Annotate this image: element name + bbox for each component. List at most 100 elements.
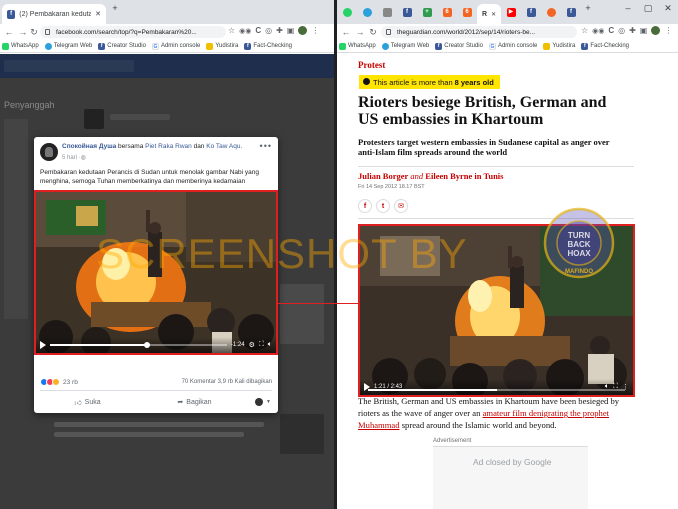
- close-window-button[interactable]: ✕: [661, 3, 675, 14]
- yudistira-icon: [206, 42, 214, 50]
- tagged-user-link[interactable]: Ko Taw Aqu.: [206, 143, 242, 150]
- section-label[interactable]: Protest: [358, 60, 385, 70]
- facebook-icon: f: [435, 42, 443, 50]
- email-share-button[interactable]: ✉: [394, 199, 408, 213]
- bookmark-admin-console[interactable]: G Admin console: [488, 42, 537, 50]
- tab-green[interactable]: +: [419, 5, 435, 19]
- extension-shield-icon[interactable]: ▣: [287, 26, 295, 35]
- tab-orange-2[interactable]: 6: [459, 5, 475, 19]
- screenshot-root: f (2) Pembakaran kedutaan Peranc ✕ + ← →…: [0, 0, 678, 509]
- profile-avatar-icon[interactable]: [298, 26, 308, 35]
- tab-generic[interactable]: [379, 5, 395, 19]
- toolbar-extension-icons: ☆ ◉◉ C ◎ ✚ ▣ ⋮: [581, 26, 672, 35]
- post-options-icon[interactable]: •••: [260, 141, 272, 151]
- menu-kebab-icon[interactable]: ⋮: [664, 26, 672, 35]
- video-progress-fill: [50, 344, 148, 346]
- bookmark-telegram[interactable]: Telegram Web: [381, 42, 429, 50]
- back-arrow-icon[interactable]: ←: [339, 27, 353, 37]
- author-link[interactable]: Julian Borger: [358, 171, 408, 181]
- guardian-progress-track[interactable]: [368, 389, 625, 391]
- menu-kebab-icon[interactable]: ⋮: [311, 26, 319, 35]
- reactions-summary[interactable]: 23 rb: [40, 378, 78, 386]
- back-arrow-icon[interactable]: ←: [2, 27, 16, 37]
- google-wordmark: Google: [524, 457, 552, 467]
- extension-c-icon[interactable]: C: [608, 26, 614, 35]
- tab-facebook[interactable]: f: [399, 5, 415, 19]
- volume-icon[interactable]: 🔈︎: [268, 341, 272, 349]
- bookmark-whatsapp[interactable]: WhatsApp: [2, 42, 39, 50]
- facebook-icon: f: [526, 7, 536, 17]
- whatsapp-icon: [339, 42, 346, 50]
- tab-guardian[interactable]: R ✕: [477, 4, 501, 24]
- extension-c-icon[interactable]: C: [255, 26, 261, 35]
- star-icon[interactable]: ☆: [581, 26, 588, 35]
- svg-text:MAFINDO: MAFINDO: [565, 269, 593, 275]
- author-avatar[interactable]: [40, 143, 58, 161]
- extension-glasses-icon[interactable]: ◉◉: [592, 27, 604, 35]
- bookmark-yudistira[interactable]: Yudistira: [206, 42, 238, 50]
- video-progress-knob[interactable]: [144, 342, 151, 348]
- author-name-link[interactable]: Спокойная Душа: [62, 143, 116, 150]
- bookmark-fact-checking[interactable]: f Fact-Checking: [581, 42, 629, 50]
- bookmark-yudistira[interactable]: Yudistira: [543, 42, 575, 50]
- extension-glasses-icon[interactable]: ◉◉: [239, 27, 251, 35]
- star-icon[interactable]: ☆: [228, 26, 235, 35]
- fullscreen-icon[interactable]: ⛶: [259, 341, 264, 349]
- share-button[interactable]: ➦ Bagikan: [141, 398, 248, 407]
- tab-orange-3[interactable]: [543, 5, 559, 19]
- extension-eye-icon[interactable]: ◎: [265, 26, 272, 35]
- facebook-share-button[interactable]: f: [358, 199, 372, 213]
- settings-gear-icon[interactable]: ⚙: [249, 341, 255, 349]
- browser-toolbar: ← → ↻ theguardian.com/world/2012/sep/14/…: [337, 24, 678, 40]
- advertisement-slot: Ad closed by Google: [433, 446, 588, 509]
- tab-whatsapp[interactable]: [339, 5, 355, 19]
- forward-arrow-icon[interactable]: →: [353, 27, 367, 37]
- tab-orange[interactable]: 6: [439, 5, 455, 19]
- shares-count-link[interactable]: 3,9 rb Kali dibagikan: [218, 379, 272, 385]
- tab-telegram[interactable]: [359, 5, 375, 19]
- right-column-ghost: [280, 284, 324, 344]
- tab-close-icon[interactable]: ✕: [95, 10, 101, 18]
- audience-selector[interactable]: ▼: [248, 398, 278, 406]
- tagged-user-link[interactable]: Piet Raka Rwan: [145, 143, 192, 150]
- facebook-video-player[interactable]: -1:24 ⚙ ⛶ 🔈︎: [34, 190, 278, 355]
- address-bar[interactable]: theguardian.com/world/2012/sep/14/rioter…: [381, 26, 577, 38]
- play-icon[interactable]: [40, 341, 46, 349]
- mafindo-stamp-logo: TURN BACK HOAX MAFINDO: [543, 207, 615, 279]
- bookmark-fact-checking[interactable]: f Fact-Checking: [244, 42, 292, 50]
- post-actions-bar: 👍︎ Suka ➦ Bagikan ▼: [34, 395, 278, 409]
- bookmark-whatsapp[interactable]: WhatsApp: [339, 42, 376, 50]
- lock-icon: [386, 29, 391, 35]
- like-button[interactable]: 👍︎ Suka: [34, 398, 141, 407]
- maximize-button[interactable]: ▢: [641, 3, 655, 14]
- extension-shield-icon[interactable]: ▣: [640, 26, 648, 35]
- extension-eye-icon[interactable]: ◎: [618, 26, 625, 35]
- extensions-puzzle-icon[interactable]: ✚: [629, 26, 636, 35]
- bookmark-telegram[interactable]: Telegram Web: [44, 42, 92, 50]
- post-timestamp[interactable]: 5 hari ·◍: [62, 154, 86, 161]
- tab-facebook[interactable]: f (2) Pembakaran kedutaan Peranc ✕: [2, 4, 106, 24]
- bookmark-admin-console[interactable]: G Admin console: [151, 42, 200, 50]
- tab-facebook-2[interactable]: f: [523, 5, 539, 19]
- new-tab-button[interactable]: +: [581, 3, 595, 13]
- article-age-notice: This article is more than 8 years old: [359, 75, 500, 89]
- tab-close-icon[interactable]: ✕: [491, 11, 496, 18]
- address-bar[interactable]: facebook.com/search/top/?q=Pembakaran%20…: [40, 26, 226, 38]
- new-tab-button[interactable]: +: [108, 3, 122, 13]
- author-link[interactable]: Eileen Byrne in Tunis: [425, 171, 503, 181]
- comments-count-link[interactable]: 70 Komentar: [182, 379, 216, 385]
- tab-youtube[interactable]: ▶: [503, 5, 519, 19]
- twitter-share-button[interactable]: t: [376, 199, 390, 213]
- profile-avatar-icon[interactable]: [651, 26, 661, 35]
- facebook-search-box[interactable]: [4, 60, 134, 72]
- tab-facebook-3[interactable]: f: [563, 5, 579, 19]
- bookmark-creator-studio[interactable]: f Creator Studio: [98, 42, 146, 50]
- video-progress-track[interactable]: [50, 342, 227, 348]
- extensions-puzzle-icon[interactable]: ✚: [276, 26, 283, 35]
- article-byline: Julian Borger and Eileen Byrne in Tunis: [358, 171, 504, 181]
- bookmark-creator-studio[interactable]: f Creator Studio: [435, 42, 483, 50]
- reload-icon[interactable]: ↻: [27, 27, 41, 38]
- reload-icon[interactable]: ↻: [366, 27, 380, 38]
- telegram-icon: [44, 42, 52, 50]
- minimize-button[interactable]: –: [621, 3, 635, 13]
